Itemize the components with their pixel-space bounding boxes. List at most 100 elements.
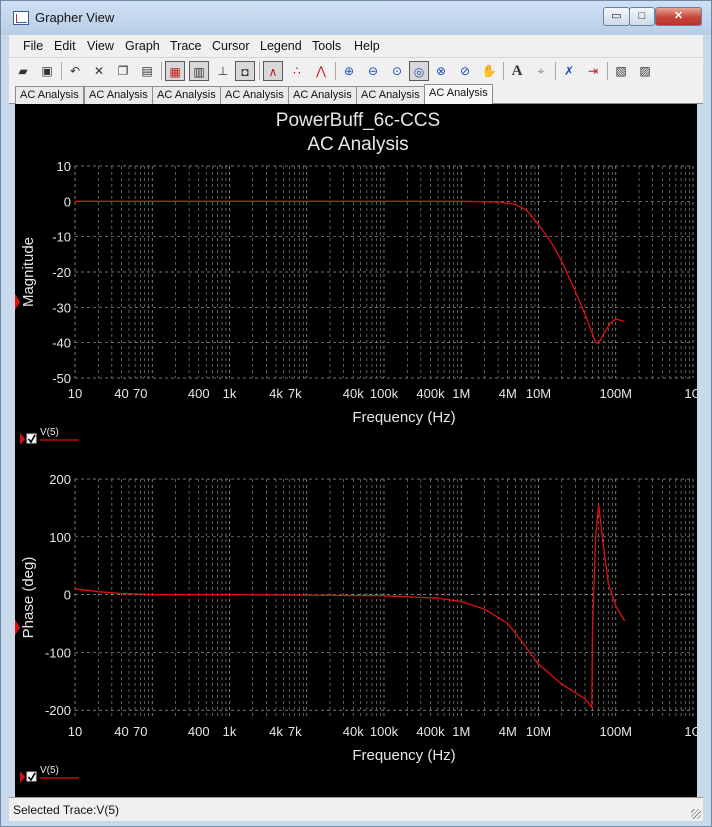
cursor-icon[interactable]: ✗ [559, 61, 579, 81]
toolbar-separator [259, 62, 260, 80]
legend-label: V(5) [40, 427, 59, 438]
tab-ac-analysis[interactable]: AC Analysis [356, 86, 425, 104]
chart-icon[interactable]: ⊥ [213, 61, 233, 81]
toolbar-separator [503, 62, 504, 80]
legend-marker-icon [20, 771, 25, 783]
menu-help[interactable]: Help [354, 39, 380, 53]
x-tick-label: 1k [223, 724, 237, 739]
x-tick-label: 1M [452, 386, 470, 401]
export-icon[interactable]: ▧ [611, 61, 631, 81]
magnitude-plot[interactable]: 100-10-20-30-40-5010 40 70 400 1k 4k 7k 40k 100k… [15, 159, 697, 445]
x-axis-label: Frequency (Hz) [352, 747, 455, 764]
pan-hand-icon[interactable]: ✋ [479, 61, 499, 81]
y-axis-label: Magnitude [20, 237, 37, 307]
menu-view[interactable]: View [87, 39, 114, 53]
menu-tools[interactable]: Tools [312, 39, 341, 53]
open-icon[interactable]: ▰ [13, 61, 33, 81]
tab-ac-analysis[interactable]: AC Analysis [84, 86, 153, 104]
plots-svg[interactable]: PowerBuff_6c-CCS AC Analysis 100-10-20-3… [15, 104, 697, 797]
y-tick-label: -20 [52, 265, 71, 280]
save-icon[interactable]: ▣ [37, 61, 57, 81]
marker-icon[interactable]: ⌖ [531, 61, 551, 81]
grid-icon[interactable]: ▦ [165, 61, 185, 81]
trace-points-icon[interactable]: ∴ [287, 61, 307, 81]
zoom-in-icon[interactable]: ⊕ [339, 61, 359, 81]
y-tick-label: -200 [45, 703, 71, 718]
menu-edit[interactable]: Edit [54, 39, 76, 53]
paste-icon[interactable]: ▤ [137, 61, 157, 81]
x-tick-label: 400 [188, 386, 210, 401]
zoom-x-icon[interactable]: ⊗ [431, 61, 451, 81]
x-tick-label: 400 [188, 724, 210, 739]
menu-bar: File Edit View Graph Trace Cursor Legend… [9, 35, 703, 58]
menu-graph[interactable]: Graph [125, 39, 160, 53]
x-tick-label: 1G [684, 386, 697, 401]
undo-icon[interactable]: ↶ [65, 61, 85, 81]
x-tick-label: 40k [343, 724, 364, 739]
minimize-button[interactable]: ▭ [603, 7, 630, 26]
x-tick-label: 100M [599, 724, 632, 739]
y-axis-label: Phase (deg) [20, 557, 37, 639]
x-tick-label: 10 [68, 386, 82, 401]
menu-cursor[interactable]: Cursor [212, 39, 250, 53]
zoom-region-icon[interactable]: ◎ [409, 61, 429, 81]
trace-v5 [74, 504, 626, 710]
copy-icon[interactable]: ❐ [113, 61, 133, 81]
print-icon[interactable]: ▨ [635, 61, 655, 81]
toolbar-separator [555, 62, 556, 80]
maximize-button[interactable]: □ [629, 7, 655, 26]
zoom-fit-icon[interactable]: ⊙ [387, 61, 407, 81]
grapher-window: Grapher View ▭ □ ✕ File Edit View Graph … [0, 0, 712, 827]
overlay-icon[interactable]: ◘ [235, 61, 255, 81]
menu-legend[interactable]: Legend [260, 39, 302, 53]
x-tick-label: 100k [370, 386, 399, 401]
toolbar-separator [335, 62, 336, 80]
window-title: Grapher View [35, 10, 115, 25]
status-text: Selected Trace:V(5) [13, 803, 120, 817]
y-tick-label: -30 [52, 300, 71, 315]
phase-plot[interactable]: 200 100 0 -100 -200 10 40 70 400 1k 4k 7k 40k 100k 400… [15, 472, 697, 783]
delete-icon[interactable]: ✕ [89, 61, 109, 81]
zoom-y-icon[interactable]: ⊘ [455, 61, 475, 81]
resize-grip[interactable] [691, 809, 701, 819]
x-axis-label: Frequency (Hz) [352, 409, 455, 426]
title-bar[interactable]: Grapher View ▭ □ ✕ [1, 1, 711, 35]
y-tick-label: 0 [64, 194, 71, 209]
y-tick-label: 10 [57, 159, 71, 174]
menu-file[interactable]: File [23, 39, 43, 53]
y-tick-label: 200 [49, 472, 71, 487]
tab-strip: AC Analysis AC Analysis AC Analysis AC A… [9, 84, 703, 104]
graph-area[interactable]: PowerBuff_6c-CCS AC Analysis 10 0 -10 -20 -3… [15, 104, 697, 797]
x-tick-label: 40 [114, 386, 128, 401]
x-tick-label: 70 [133, 724, 147, 739]
x-tick-label: 1G [684, 724, 697, 739]
graph-subtitle: AC Analysis [307, 134, 408, 155]
x-tick-label: 40k [343, 386, 364, 401]
toolbar-separator [607, 62, 608, 80]
trace-points-line-icon[interactable]: ⋀ [311, 61, 331, 81]
y-tick-label: 100 [49, 530, 71, 545]
x-tick-label: 100M [599, 386, 632, 401]
tab-ac-analysis-active[interactable]: AC Analysis [424, 84, 493, 104]
tab-ac-analysis[interactable]: AC Analysis [220, 86, 289, 104]
trace-v5 [75, 200, 625, 345]
x-tick-label: 400k [416, 386, 445, 401]
graph-title: PowerBuff_6c-CCS [276, 110, 440, 131]
toolbar: ▰ ▣ ↶ ✕ ❐ ▤ ▦ ▥ ⊥ ◘ ∧ ∴ ⋀ ⊕ ⊖ ⊙ ◎ ⊗ ⊘ ✋ … [9, 58, 703, 85]
menu-trace[interactable]: Trace [170, 39, 202, 53]
app-icon [13, 11, 29, 25]
close-button[interactable]: ✕ [655, 7, 702, 26]
legend-icon[interactable]: ▥ [189, 61, 209, 81]
x-tick-label: 7k [288, 724, 302, 739]
legend-label: V(5) [40, 765, 59, 776]
trace-line-icon[interactable]: ∧ [263, 61, 283, 81]
tab-ac-analysis[interactable]: AC Analysis [15, 86, 84, 104]
y-tick-label: -10 [52, 230, 71, 245]
tab-ac-analysis[interactable]: AC Analysis [288, 86, 357, 104]
cursor-next-icon[interactable]: ⇥ [583, 61, 603, 81]
text-icon[interactable]: A [507, 61, 527, 81]
x-tick-label: 400k [416, 724, 445, 739]
x-tick-label: 10M [526, 386, 551, 401]
zoom-out-icon[interactable]: ⊖ [363, 61, 383, 81]
tab-ac-analysis[interactable]: AC Analysis [152, 86, 221, 104]
